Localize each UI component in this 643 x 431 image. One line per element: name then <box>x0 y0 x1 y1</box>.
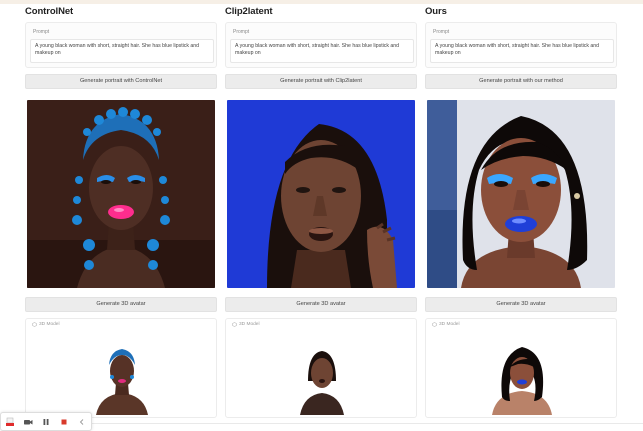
prompt-label: Prompt <box>233 29 250 35</box>
column-clip2latent: Clip2latent Prompt A young black woman w… <box>225 0 417 420</box>
camera-button[interactable] <box>19 413 37 430</box>
3d-model-label-text: 3D Model <box>239 322 260 327</box>
3d-avatar-render[interactable] <box>482 337 562 417</box>
3d-model-label: 3D Model <box>32 322 60 327</box>
camera-icon <box>24 419 33 424</box>
column-controlnet: ControlNet Prompt A young black woman wi… <box>25 0 217 420</box>
prompt-input[interactable]: A young black woman with short, straight… <box>230 39 414 63</box>
generate-3d-avatar-button[interactable]: Generate 3D avatar <box>425 297 617 312</box>
stop-button[interactable] <box>55 413 73 430</box>
cube-icon <box>432 322 437 327</box>
prompt-input[interactable]: A young black woman with short, straight… <box>430 39 614 63</box>
generate-3d-avatar-button[interactable]: Generate 3D avatar <box>25 297 217 312</box>
portrait-image <box>227 100 415 288</box>
3d-avatar-render[interactable] <box>282 337 362 417</box>
generate-portrait-button[interactable]: Generate portrait with our method <box>425 74 617 89</box>
3d-model-label: 3D Model <box>232 322 260 327</box>
3d-avatar-render[interactable] <box>82 337 162 417</box>
screen-recorder-toolbar <box>0 412 92 431</box>
generate-3d-avatar-button[interactable]: Generate 3D avatar <box>225 297 417 312</box>
column-title: ControlNet <box>25 6 74 17</box>
3d-model-panel[interactable]: 3D Model <box>25 318 217 418</box>
prompt-block: Prompt A young black woman with short, s… <box>425 22 617 68</box>
cube-icon <box>232 322 237 327</box>
prompt-label: Prompt <box>433 29 450 35</box>
column-title: Ours <box>425 6 447 17</box>
portrait-image <box>27 100 215 288</box>
pause-icon <box>43 418 49 425</box>
generate-portrait-button[interactable]: Generate portrait with ControlNet <box>25 74 217 89</box>
column-ours: Ours Prompt A young black woman with sho… <box>425 0 617 420</box>
3d-model-label-text: 3D Model <box>439 322 460 327</box>
3d-model-panel[interactable]: 3D Model <box>425 318 617 418</box>
prompt-block: Prompt A young black woman with short, s… <box>25 22 217 68</box>
portrait-image <box>427 100 615 288</box>
prompt-label: Prompt <box>33 29 50 35</box>
prompt-block: Prompt A young black woman with short, s… <box>225 22 417 68</box>
recorder-app-icon <box>6 417 14 426</box>
column-title: Clip2latent <box>225 6 273 17</box>
3d-model-label-text: 3D Model <box>39 322 60 327</box>
3d-model-label: 3D Model <box>432 322 460 327</box>
cube-icon <box>32 322 37 327</box>
stop-icon <box>61 419 67 424</box>
prompt-input[interactable]: A young black woman with short, straight… <box>30 39 214 63</box>
collapse-button[interactable] <box>73 413 91 430</box>
3d-model-panel[interactable]: 3D Model <box>225 318 417 418</box>
collapse-chevron-icon <box>79 418 84 425</box>
divider <box>92 423 643 424</box>
generate-portrait-button[interactable]: Generate portrait with Clip2latent <box>225 74 417 89</box>
pause-button[interactable] <box>37 413 55 430</box>
recorder-app-button[interactable] <box>1 413 19 430</box>
